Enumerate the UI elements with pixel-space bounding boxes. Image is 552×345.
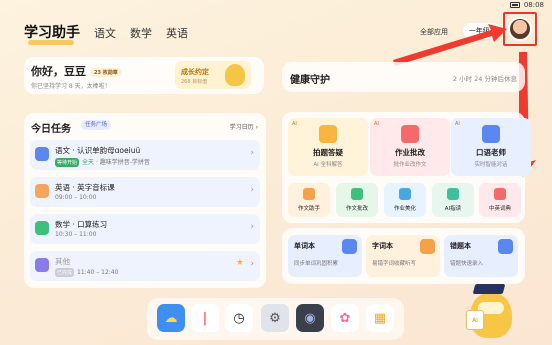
medal-badge[interactable]: 23 枚勋章	[90, 67, 122, 77]
dictionary-icon	[494, 188, 506, 200]
task-title: 语文 · 认识单韵母ɑoeiuü	[55, 146, 141, 155]
chevron-right-icon: ›	[250, 185, 254, 195]
app-dock: ☁ | ◷ ⚙ ◉ ✿ ▦	[147, 298, 404, 340]
weather-app-icon[interactable]: ☁	[157, 304, 185, 332]
chevron-right-icon: ›	[250, 148, 254, 158]
tools-card: AI 拍题答疑 AI 全科解答 AI 作业批改 批作业改作文 AI 口语老师 实…	[282, 112, 531, 223]
tool-oral-teacher[interactable]: AI 口语老师 实时智能对话	[451, 118, 531, 176]
settings-app-icon[interactable]: ⚙	[261, 304, 289, 332]
task-item[interactable]: 数学 · 口算练习 10:30 – 11:00 ›	[30, 214, 260, 244]
tool-label: 作文助手	[297, 206, 320, 212]
oral-teacher-icon	[482, 125, 500, 143]
characters-book[interactable]: 字词本 易错字词收藏听写	[366, 235, 440, 277]
tasks-card: 今日任务 任务广场 学习日历 › 语文 · 认识单韵母ɑoeiuü 等待开始 全天…	[24, 113, 266, 288]
tool-sub: 批作业改作文	[393, 162, 427, 168]
mascot-sign: AI	[466, 310, 484, 330]
chinese-task-icon	[35, 147, 49, 161]
essay-helper-icon	[303, 188, 315, 200]
ai-tag: AI	[455, 121, 460, 127]
task-status-tag: 已完成	[55, 268, 75, 277]
clock-app-icon[interactable]: ◷	[225, 304, 253, 332]
tool-essay-helper[interactable]: 作文助手	[288, 183, 330, 217]
task-detail: · 趣味学拼音-学拼音	[94, 159, 150, 166]
health-title: 健康守护	[290, 75, 330, 86]
word-title: 字词本	[372, 242, 393, 250]
word-title: 单词本	[294, 242, 315, 250]
other-task-icon	[35, 258, 49, 272]
greeting-title: 你好，豆豆 23 枚勋章	[31, 63, 122, 79]
photo-qa-icon	[319, 125, 337, 143]
vocabulary-book-icon	[342, 239, 357, 254]
tool-homework-correct[interactable]: AI 作业批改 批作业改作文	[370, 118, 450, 176]
vocabulary-book[interactable]: 单词本 同步单词巩固积累	[288, 235, 362, 277]
task-time-value: 11:40 – 12:40	[77, 269, 119, 276]
english-task-icon	[35, 184, 49, 198]
tool-sub: 实时智能对话	[474, 162, 508, 168]
photos-app-icon[interactable]: ✿	[331, 304, 359, 332]
notebooks-card: 单词本 同步单词巩固积累 字词本 易错字词收藏听写 错题本 错题快速录入	[282, 228, 525, 284]
apps-folder-icon[interactable]: ▦	[366, 304, 394, 332]
math-task-icon	[35, 221, 49, 235]
essay-correct-icon	[351, 188, 363, 200]
greeting-subtitle: 你已坚持学习 8 天，太棒啦！	[31, 83, 111, 90]
tool-dictionary[interactable]: 中英词典	[479, 183, 521, 217]
tool-label: AI指读	[444, 206, 462, 212]
mascot-character: AI	[466, 284, 520, 340]
tool-homework-beautify[interactable]: 作业美化	[384, 183, 426, 217]
growth-agreement-card[interactable]: 成长约定 268 目标值	[175, 61, 251, 89]
mistakes-book[interactable]: 错题本 错题快速录入	[444, 235, 518, 277]
homework-correct-icon	[401, 125, 419, 143]
greeting-card[interactable]: 你好，豆豆 23 枚勋章 你已坚持学习 8 天，太棒啦！ 成长约定 268 目标值	[24, 57, 264, 94]
task-item[interactable]: 英语 · 英字音标课 09:00 – 10:00 ›	[30, 177, 260, 207]
ai-tag: AI	[292, 121, 297, 127]
arrow-top-icon	[393, 24, 507, 66]
characters-book-icon	[420, 239, 435, 254]
health-guard-card[interactable]: 健康守护 2 小时 24 分钟后休息	[282, 62, 525, 92]
ai-point-read-icon	[447, 188, 459, 200]
recorder-app-icon[interactable]: |	[191, 304, 219, 332]
ai-tag: AI	[374, 121, 379, 127]
growth-title: 成长约定	[181, 68, 209, 76]
tool-photo-qa[interactable]: AI 拍题答疑 AI 全科解答	[288, 118, 368, 176]
mistakes-book-icon	[498, 239, 513, 254]
homework-beautify-icon	[399, 188, 411, 200]
tool-title: 拍题答疑	[313, 148, 343, 157]
mascot-small-icon	[225, 64, 245, 86]
growth-sub: 268 目标值	[181, 79, 208, 85]
star-icon[interactable]: ★	[236, 258, 244, 268]
task-square-button[interactable]: 任务广场	[81, 120, 112, 130]
calendar-label: 学习日历	[229, 124, 254, 131]
word-sub: 错题快速录入	[450, 261, 484, 267]
camera-app-icon[interactable]: ◉	[296, 304, 324, 332]
tool-sub: AI 全科解答	[313, 162, 343, 168]
study-calendar-link[interactable]: 学习日历 ›	[230, 122, 258, 131]
tool-label: 中英词典	[488, 206, 511, 212]
task-time: 已完成 11:40 – 12:40	[55, 268, 118, 277]
greeting-name: 你好，豆豆	[31, 65, 86, 78]
task-item[interactable]: 语文 · 认识单韵母ɑoeiuü 等待开始 全天 · 趣味学拼音-学拼音 ›	[30, 140, 260, 170]
tool-label: 作文批改	[345, 206, 368, 212]
task-time-value: 全天	[82, 159, 95, 166]
tool-title: 作业批改	[395, 148, 425, 157]
word-sub: 易错字词收藏听写	[372, 261, 417, 267]
tasks-title: 今日任务	[31, 124, 71, 135]
task-time: 10:30 – 11:00	[55, 231, 97, 238]
word-sub: 同步单词巩固积累	[294, 261, 339, 267]
tool-essay-correct[interactable]: 作文批改	[336, 183, 378, 217]
tool-label: 作业美化	[393, 206, 416, 212]
chevron-right-icon: ›	[250, 222, 254, 232]
word-title: 错题本	[450, 242, 471, 250]
task-time: 等待开始 全天 · 趣味学拼音-学拼音	[55, 157, 150, 167]
tool-ai-point-read[interactable]: AI指读	[432, 183, 474, 217]
task-title: 英语 · 英字音标课	[55, 183, 115, 192]
health-status: 2 小时 24 分钟后休息	[452, 75, 517, 83]
task-item[interactable]: 其他 已完成 11:40 – 12:40 ★ ›	[30, 251, 260, 281]
graduation-hat-icon	[472, 284, 506, 294]
chevron-right-icon: ›	[250, 259, 254, 269]
task-title: 数学 · 口算练习	[55, 220, 108, 229]
task-time: 09:00 – 10:00	[55, 194, 97, 201]
task-status-tag: 等待开始	[55, 158, 80, 167]
task-title: 其他	[55, 257, 70, 266]
tool-title: 口语老师	[476, 148, 506, 157]
